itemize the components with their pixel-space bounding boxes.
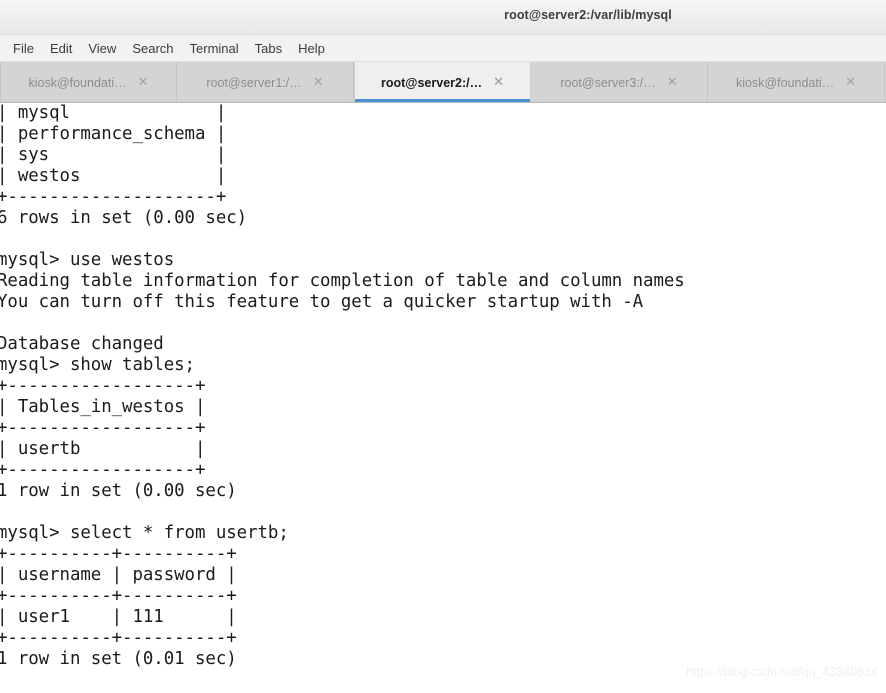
tab-close-icon[interactable]: ✕ (313, 76, 324, 89)
menu-tabs[interactable]: Tabs (247, 38, 290, 59)
terminal-line: You can turn off this feature to get a q… (0, 292, 644, 312)
terminal-line: +------------------+ (0, 418, 206, 438)
tab-root-server1[interactable]: root@server1:/… ✕ (177, 62, 354, 102)
menu-terminal[interactable]: Terminal (182, 38, 247, 59)
terminal-line: | sys | (0, 145, 227, 165)
terminal-line: | westos | (0, 166, 227, 186)
terminal-line: Reading table information for completion… (0, 271, 685, 291)
terminal-line: mysql> use westos (0, 250, 175, 270)
terminal-line: 1 row in set (0.01 sec) (0, 649, 237, 669)
menu-search[interactable]: Search (124, 38, 181, 59)
window-title: root@server2:/var/lib/mysql (504, 8, 672, 22)
tab-root-server2[interactable]: root@server2:/… ✕ (354, 62, 531, 102)
terminal-line: 6 rows in set (0.00 sec) (0, 208, 248, 228)
terminal-line: | user1 | 111 | (0, 607, 237, 627)
tab-label: kiosk@foundati… (28, 75, 127, 90)
terminal-line: | Tables_in_westos | (0, 397, 206, 417)
terminal-line: | performance_schema | (0, 124, 227, 144)
menu-file[interactable]: File (5, 38, 42, 59)
menu-edit[interactable]: Edit (42, 38, 80, 59)
menu-help[interactable]: Help (290, 38, 333, 59)
tab-close-icon[interactable]: ✕ (667, 76, 678, 89)
tab-label: root@server1:/… (206, 75, 302, 90)
terminal-line: | username | password | (0, 565, 237, 585)
tab-bar: kiosk@foundati… ✕ root@server1:/… ✕ root… (0, 62, 886, 103)
tab-close-icon[interactable]: ✕ (845, 76, 856, 89)
tab-label: kiosk@foundati… (735, 75, 835, 90)
tab-close-icon[interactable]: ✕ (138, 76, 149, 89)
terminal-line: +------------------+ (0, 376, 206, 396)
menu-view[interactable]: View (80, 38, 124, 59)
watermark-text: https://blog.csdn.net/qq_43340814 (686, 665, 878, 679)
tab-close-icon[interactable]: ✕ (493, 76, 504, 89)
tab-label: root@server2:/… (380, 75, 483, 90)
terminal-text: | mysql | | performance_schema | | sys | | … (0, 103, 685, 691)
terminal-line: mysql> show tables; (0, 355, 195, 375)
terminal-line: 1 row in set (0.00 sec) (0, 481, 237, 501)
window-titlebar: root@server2:/var/lib/mysql (0, 0, 886, 35)
terminal-line: +----------+----------+ (0, 544, 237, 564)
terminal-window: root@server2:/var/lib/mysql File Edit Vi… (0, 0, 886, 693)
tab-label: root@server3:/… (560, 75, 656, 90)
terminal-line: +----------+----------+ (0, 628, 237, 648)
terminal-line: | mysql | (0, 103, 227, 123)
terminal-line: +--------------------+ (0, 187, 227, 207)
tab-kiosk-foundation-1[interactable]: kiosk@foundati… ✕ (0, 62, 177, 102)
terminal-line: +----------+----------+ (0, 586, 237, 606)
terminal-line: mysql> select * from usertb; (0, 523, 289, 543)
tab-root-server3[interactable]: root@server3:/… ✕ (531, 62, 708, 102)
terminal-line: | usertb | (0, 439, 206, 459)
terminal-line: +------------------+ (0, 460, 206, 480)
menu-bar: File Edit View Search Terminal Tabs Help (0, 35, 886, 62)
terminal-line: Database changed (0, 334, 164, 354)
tab-kiosk-foundation-2[interactable]: kiosk@foundati… ✕ (708, 62, 885, 102)
terminal-output-area[interactable]: | mysql | | performance_schema | | sys | | … (0, 103, 886, 693)
